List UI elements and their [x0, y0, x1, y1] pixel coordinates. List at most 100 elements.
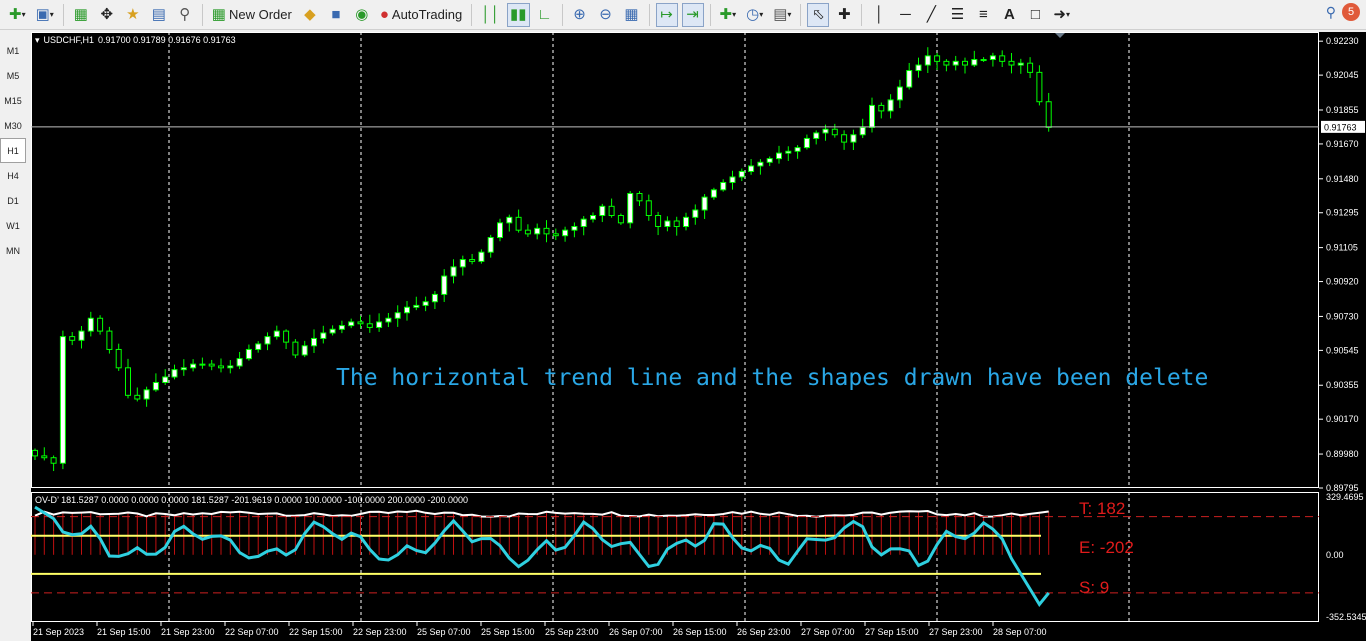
candle-body [683, 216, 689, 228]
timeframe-m1[interactable]: M1 [0, 38, 26, 63]
candle-body [1017, 62, 1024, 66]
timeframe-m30[interactable]: M30 [0, 113, 26, 138]
candle-body [952, 60, 959, 66]
toolbar-separator [201, 3, 203, 26]
text-label-button[interactable]: □ [1024, 3, 1046, 27]
candle-body [543, 227, 550, 235]
candle-body [617, 215, 624, 224]
profiles-button[interactable]: ▣ ▾ [33, 3, 57, 27]
timeframe-m5[interactable]: M5 [0, 63, 26, 88]
chart-window[interactable]: 0.92230 0.92045 0.91855 0.91670 0.91480 0.912… [31, 32, 1366, 641]
candle-body [627, 192, 634, 224]
periods-button[interactable]: ◷ ▾ [743, 3, 766, 27]
candle-body [636, 192, 643, 202]
horizontal-line-button[interactable]: ─ [894, 3, 916, 27]
timeframe-m15[interactable]: M15 [0, 88, 26, 113]
signals-button[interactable]: ■ [325, 3, 347, 27]
autotrading-button[interactable]: ● AutoTrading [377, 3, 465, 27]
candle-body [208, 363, 215, 367]
timeframe-h1[interactable]: H1 [0, 138, 26, 163]
bar-chart-button[interactable]: ││ [478, 3, 503, 27]
candle-body [915, 64, 922, 72]
fibonacci-button[interactable]: ≡ [972, 3, 994, 27]
candle-body [385, 317, 392, 323]
candle-body [394, 312, 401, 319]
autoscroll-button[interactable]: ↦ [655, 2, 678, 27]
candle-body [115, 348, 122, 369]
price-chart[interactable]: 0.92230 0.92045 0.91855 0.91670 0.91480 0.912… [31, 32, 1366, 641]
price-tick-label: 0.90730 [1326, 311, 1359, 321]
candlesticks-button[interactable]: ▮▮ [507, 2, 530, 27]
chart-symbol: USDCHF,H1 [43, 35, 95, 45]
toolbar-separator [561, 3, 563, 26]
candle-body [450, 266, 457, 277]
time-tick-label: 26 Sep 23:00 [737, 627, 791, 637]
search-icon[interactable]: ⚲ [1326, 4, 1336, 21]
crosshair-navigator-button[interactable]: ✥ [96, 3, 118, 27]
candle-body [459, 259, 466, 268]
candle-body [841, 134, 848, 143]
chart-shift-button[interactable]: ⇥ [681, 2, 704, 27]
candle-body [534, 227, 541, 235]
chart-menu-icon[interactable]: ▾ [35, 35, 40, 46]
metaeditor-button[interactable]: ◆ [299, 3, 321, 27]
toolbar-separator [709, 3, 711, 26]
candle-body [645, 200, 652, 217]
stat-s: S: 9 [1079, 578, 1110, 597]
tile-windows-button[interactable]: ▦ [621, 3, 643, 27]
time-tick-label: 27 Sep 15:00 [865, 627, 919, 637]
navigator-button[interactable]: ★ [122, 3, 144, 27]
chart-header: ▾ USDCHF,H1 0.91700 0.91789 0.91676 0.91… [35, 35, 236, 46]
vps-button[interactable]: ◉ [351, 3, 373, 27]
crosshair-button[interactable]: ✚ [833, 3, 855, 27]
timeframe-mn[interactable]: MN [0, 238, 26, 263]
candle-body [813, 132, 820, 139]
current-price-label: 0.91763 [1324, 122, 1357, 132]
timeframe-h4[interactable]: H4 [0, 163, 26, 188]
terminal-button[interactable]: ▤ [148, 3, 170, 27]
candle-body [608, 205, 615, 217]
candle-body [552, 233, 559, 237]
new-order-button[interactable]: ▦ New Order [209, 3, 295, 27]
candle-body [199, 363, 206, 366]
candle-body [803, 137, 810, 149]
arrows-button[interactable]: ➜ ▾ [1050, 3, 1073, 27]
candle-body [562, 229, 569, 237]
price-tick-label: 0.90920 [1326, 277, 1359, 287]
timeframe-d1[interactable]: D1 [0, 188, 26, 213]
trendline-button[interactable]: ╱ [920, 3, 942, 27]
market-watch-button[interactable]: ▦ [70, 3, 92, 27]
candle-body [320, 332, 327, 339]
strategy-tester-button[interactable]: ⚲ [174, 3, 196, 27]
text-button[interactable]: A [998, 3, 1020, 27]
timeframe-w1[interactable]: W1 [0, 213, 26, 238]
vertical-line-button[interactable]: │ [868, 3, 890, 27]
price-tick-label: 0.90170 [1326, 414, 1359, 424]
indicator-axis-label: 0.00 [1326, 550, 1344, 560]
zoom-in-button[interactable]: ⊕ [569, 3, 591, 27]
new-chart-button[interactable]: ✚ ▾ [6, 3, 29, 27]
candle-body [571, 226, 578, 231]
equidistant-channel-button[interactable]: ☰ [946, 3, 968, 27]
candle-body [273, 330, 280, 338]
cursor-button[interactable]: ⬁ [807, 2, 830, 27]
candle-body [218, 365, 224, 369]
price-tick-label: 0.90545 [1326, 345, 1359, 355]
candle-body [822, 128, 829, 134]
candle-body [720, 181, 727, 191]
templates-button[interactable]: ▤ ▾ [770, 3, 794, 27]
indicator-axis-label: -352.5345 [1326, 612, 1366, 622]
indicators-button[interactable]: ✚ ▾ [717, 3, 740, 27]
notifications-badge[interactable]: 5 [1342, 3, 1360, 21]
time-tick-label: 26 Sep 15:00 [673, 627, 727, 637]
candle-body [878, 104, 885, 112]
zoom-out-button[interactable]: ⊖ [595, 3, 617, 27]
candle-body [673, 220, 680, 228]
chart-text-note[interactable]: The horizontal trend line and the shapes… [336, 365, 1208, 391]
candle-body [1027, 62, 1034, 73]
candle-body [859, 126, 866, 136]
line-chart-button[interactable]: ∟ [534, 3, 556, 27]
candle-body [497, 222, 503, 239]
candle-body [1008, 60, 1015, 66]
candle-body [422, 301, 429, 306]
